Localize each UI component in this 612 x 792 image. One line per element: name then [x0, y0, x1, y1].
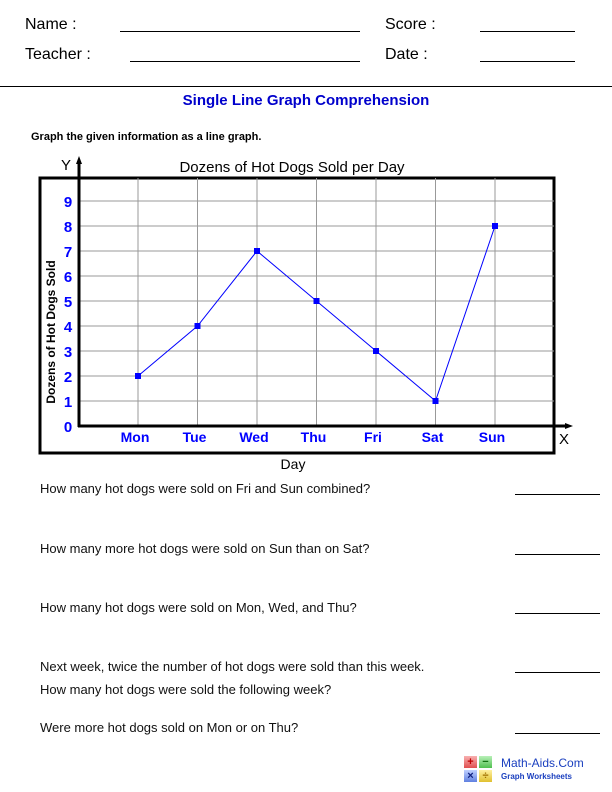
y-axis-arrow-icon — [76, 156, 82, 164]
question-text: How many hot dogs were sold on Mon, Wed,… — [40, 600, 357, 615]
logo-subtitle: Graph Worksheets — [501, 772, 572, 781]
y-tick-label: 3 — [64, 344, 72, 361]
y-axis-label: Dozens of Hot Dogs Sold — [44, 260, 58, 403]
logo-icon: + − × ÷ — [464, 756, 494, 782]
y-tick-label: 4 — [64, 319, 73, 336]
y-tick-label: 1 — [64, 394, 72, 411]
logo-site-name: Math-Aids.Com — [501, 756, 584, 770]
data-point-sun — [492, 223, 498, 229]
x-tick-label: Wed — [239, 429, 268, 445]
line-chart: Dozens of Hot Dogs Sold per Day Y X 0 1 2 3… — [38, 156, 573, 472]
x-tick-label: Sat — [422, 429, 444, 445]
y-tick-label: 7 — [64, 244, 72, 261]
chart-frame — [38, 176, 556, 455]
y-tick-labels: 0 1 2 3 4 5 6 7 8 9 — [64, 194, 73, 436]
minus-icon: − — [479, 756, 492, 768]
answer-blank[interactable] — [515, 554, 600, 555]
times-icon: × — [464, 770, 477, 782]
question-text: Were more hot dogs sold on Mon or on Thu… — [40, 720, 299, 735]
answer-blank[interactable] — [515, 672, 600, 673]
data-point-fri — [373, 348, 379, 354]
x-tick-label: Tue — [183, 429, 207, 445]
data-point-mon — [135, 373, 141, 379]
answer-blank[interactable] — [515, 613, 600, 614]
question-text: How many more hot dogs were sold on Sun … — [40, 541, 370, 556]
x-tick-label: Mon — [121, 429, 150, 445]
data-point-sat — [432, 398, 439, 404]
y-tick-label: 6 — [64, 269, 72, 286]
x-axis-arrow-icon — [565, 423, 573, 429]
data-point-thu — [313, 298, 320, 304]
answer-blank[interactable] — [515, 494, 600, 495]
x-tick-label: Fri — [364, 429, 382, 445]
question-text: Next week, twice the number of hot dogs … — [40, 659, 425, 674]
data-point-tue — [194, 323, 201, 329]
x-tick-label: Sun — [479, 429, 505, 445]
plus-icon: + — [464, 756, 477, 768]
question-text: How many hot dogs were sold on Fri and S… — [40, 481, 371, 496]
answer-blank[interactable] — [515, 733, 600, 734]
x-axis-label: Day — [281, 456, 306, 472]
question-text: How many hot dogs were sold the followin… — [40, 682, 332, 697]
divide-icon: ÷ — [479, 770, 492, 782]
data-point-wed — [254, 248, 260, 254]
y-tick-label: 9 — [64, 194, 72, 211]
axes — [76, 156, 573, 429]
x-tick-label: Thu — [301, 429, 327, 445]
y-tick-label: 2 — [64, 369, 72, 386]
y-tick-label: 5 — [64, 294, 72, 311]
y-tick-label: 0 — [64, 419, 72, 436]
x-tick-labels: Mon Tue Wed Thu Fri Sat Sun — [121, 429, 506, 445]
y-axis-letter: Y — [61, 157, 71, 174]
y-tick-label: 8 — [64, 219, 72, 236]
chart-title: Dozens of Hot Dogs Sold per Day — [179, 159, 405, 176]
x-axis-letter: X — [559, 431, 569, 448]
